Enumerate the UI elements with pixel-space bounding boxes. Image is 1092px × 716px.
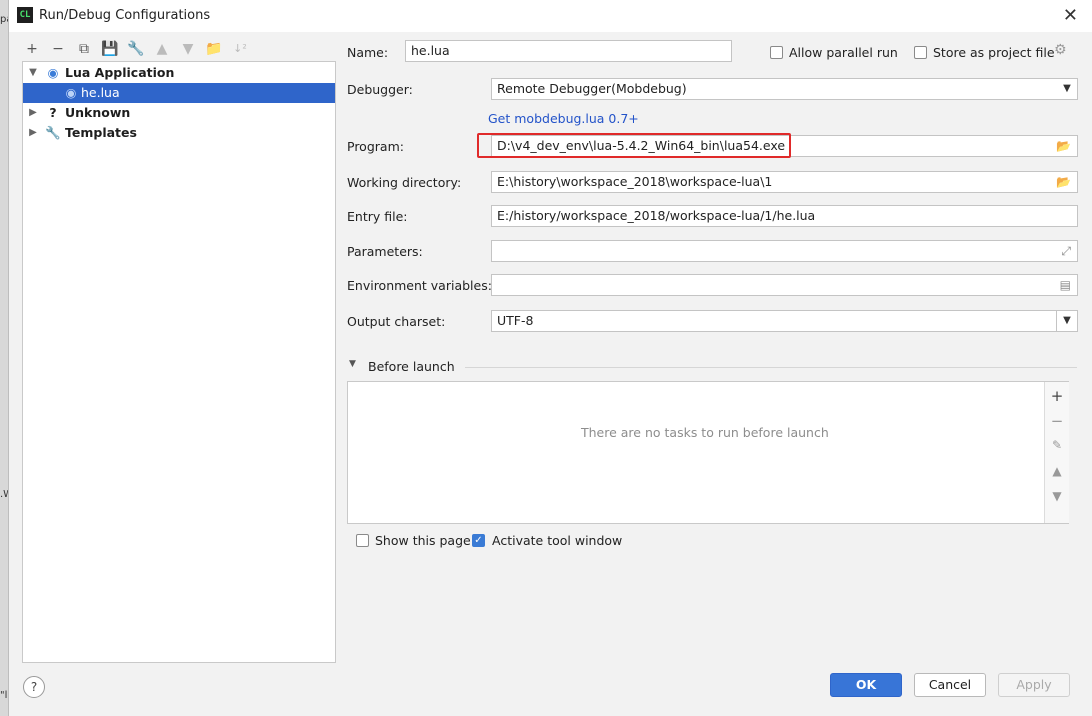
- add-icon[interactable]: +: [21, 38, 43, 60]
- cancel-button[interactable]: Cancel: [914, 673, 986, 697]
- window-title: Run/Debug Configurations: [39, 8, 211, 23]
- chevron-down-icon[interactable]: ▼: [27, 63, 39, 83]
- background-window-edge: pa .W "li: [0, 0, 13, 716]
- debugger-label: Debugger:: [347, 82, 413, 97]
- add-icon[interactable]: +: [1045, 387, 1069, 405]
- before-launch-toolbar: + − ✎ ▲ ▼: [1044, 382, 1069, 523]
- run-debug-dialog: CL Run/Debug Configurations ✕ + − ⧉ 💾 🔧 …: [8, 0, 1092, 716]
- title-bar: CL Run/Debug Configurations ✕: [9, 0, 1092, 32]
- working-dir-value: E:\history\workspace_2018\workspace-lua\…: [497, 174, 773, 189]
- tree-item-templates[interactable]: ▶ 🔧 Templates: [23, 123, 335, 143]
- tree-item-lua-application[interactable]: ▼ ◉ Lua Application: [23, 63, 335, 83]
- move-down-icon[interactable]: ▼: [1045, 489, 1069, 503]
- chevron-down-icon[interactable]: ▼: [1056, 311, 1077, 331]
- tree-item-label: he.lua: [81, 85, 120, 100]
- output-charset-select[interactable]: UTF-8 ▼: [491, 310, 1078, 332]
- working-dir-field[interactable]: E:\history\workspace_2018\workspace-lua\…: [491, 171, 1078, 193]
- env-vars-field[interactable]: ▤: [491, 274, 1078, 296]
- wrench-icon: 🔧: [45, 125, 61, 140]
- document-icon[interactable]: ▤: [1060, 275, 1071, 295]
- tree-item-label: Templates: [65, 125, 137, 140]
- activate-tool-label: Activate tool window: [492, 533, 623, 548]
- parameters-field[interactable]: ⤢: [491, 240, 1078, 262]
- allow-parallel-checkbox[interactable]: [770, 46, 783, 59]
- program-label: Program:: [347, 139, 404, 154]
- tree-item-unknown[interactable]: ▶ ? Unknown: [23, 103, 335, 123]
- debugger-value: Remote Debugger(Mobdebug): [497, 81, 687, 96]
- remove-icon[interactable]: −: [47, 38, 69, 60]
- move-up-icon[interactable]: ▲: [151, 38, 173, 60]
- activate-tool-checkbox[interactable]: ✓: [472, 534, 485, 547]
- allow-parallel-label: Allow parallel run: [789, 45, 898, 60]
- tree-item-label: Lua Application: [65, 65, 175, 80]
- chevron-right-icon[interactable]: ▶: [27, 123, 39, 143]
- folder-icon[interactable]: 📂: [1056, 172, 1071, 192]
- show-page-label: Show this page: [375, 533, 471, 548]
- chevron-right-icon[interactable]: ▶: [27, 103, 39, 123]
- before-launch-title: Before launch: [368, 359, 455, 374]
- parameters-label: Parameters:: [347, 244, 423, 259]
- ok-button[interactable]: OK: [830, 673, 902, 697]
- lua-icon: ◉: [47, 65, 59, 80]
- apply-button[interactable]: Apply: [998, 673, 1070, 697]
- edit-icon[interactable]: ✎: [1045, 438, 1069, 452]
- move-down-icon[interactable]: ▼: [177, 38, 199, 60]
- sort-icon[interactable]: ↓²: [229, 38, 251, 60]
- save-icon[interactable]: 💾: [99, 38, 121, 60]
- name-label: Name:: [347, 45, 389, 60]
- section-divider: [465, 367, 1077, 368]
- tree-item-label: Unknown: [65, 105, 131, 120]
- remove-icon[interactable]: −: [1045, 412, 1069, 430]
- chevron-down-icon: ▼: [1063, 83, 1071, 94]
- copy-icon[interactable]: ⧉: [73, 38, 95, 60]
- output-charset-label: Output charset:: [347, 314, 446, 329]
- env-vars-label: Environment variables:: [347, 278, 492, 293]
- debugger-select[interactable]: Remote Debugger(Mobdebug) ▼: [491, 78, 1078, 100]
- help-button[interactable]: ?: [23, 676, 45, 698]
- expand-icon[interactable]: ⤢: [1061, 241, 1071, 261]
- folder-icon[interactable]: 📂: [1056, 136, 1071, 156]
- working-dir-label: Working directory:: [347, 175, 462, 190]
- highlight-box: [477, 133, 791, 158]
- close-icon[interactable]: ✕: [1063, 5, 1078, 26]
- mobdebug-link[interactable]: Get mobdebug.lua 0.7+: [488, 111, 639, 126]
- question-icon: ?: [49, 105, 57, 120]
- gear-icon[interactable]: ⚙: [1054, 42, 1067, 58]
- wrench-icon[interactable]: 🔧: [125, 38, 147, 60]
- new-folder-icon[interactable]: 📁: [203, 38, 225, 60]
- clion-app-icon: CL: [17, 7, 33, 23]
- entry-file-field[interactable]: E:/history/workspace_2018/workspace-lua/…: [491, 205, 1078, 227]
- before-launch-list: There are no tasks to run before launch …: [347, 381, 1069, 524]
- lua-file-icon: ◉: [65, 85, 77, 100]
- show-page-checkbox[interactable]: [356, 534, 369, 547]
- store-project-label: Store as project file: [933, 45, 1055, 60]
- move-up-icon[interactable]: ▲: [1045, 464, 1069, 478]
- collapse-icon[interactable]: ▼: [349, 359, 356, 369]
- tree-item-he-lua[interactable]: ◉ he.lua: [23, 83, 335, 103]
- entry-file-label: Entry file:: [347, 209, 408, 224]
- configuration-tree: ▼ ◉ Lua Application ◉ he.lua ▶ ? Unknown…: [22, 61, 336, 663]
- store-project-checkbox[interactable]: [914, 46, 927, 59]
- name-field[interactable]: he.lua: [405, 40, 732, 62]
- empty-message: There are no tasks to run before launch: [581, 425, 829, 440]
- output-charset-value: UTF-8: [497, 313, 534, 328]
